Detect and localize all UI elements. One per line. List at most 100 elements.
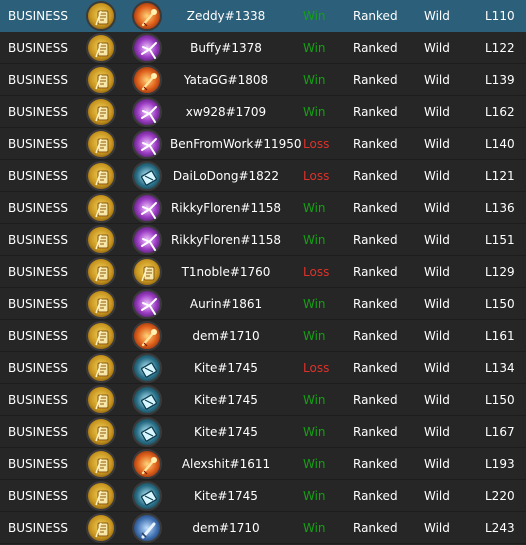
deck-name: BUSINESS [8, 329, 68, 343]
result-text: Loss [303, 169, 330, 183]
demon-hunter-icon [132, 97, 162, 127]
rank-level: L167 [485, 425, 515, 439]
paladin-icon [86, 1, 116, 31]
opponent-class-icon [132, 353, 162, 383]
rank-level: L139 [485, 73, 515, 87]
deck-name: BUSINESS [8, 265, 68, 279]
deck-name: BUSINESS [8, 233, 68, 247]
game-format: Wild [424, 9, 450, 23]
opponent-name: T1noble#1760 [181, 265, 271, 279]
match-row[interactable]: BUSINESS RikkyFloren#1158 Win Ranked Wil… [0, 224, 526, 256]
paladin-icon [86, 161, 116, 191]
opponent-name: Alexshit#1611 [181, 457, 271, 471]
warrior-icon [132, 513, 162, 543]
game-mode: Ranked [353, 425, 398, 439]
result-text: Win [303, 297, 326, 311]
opponent-name: Aurin#1861 [189, 297, 263, 311]
paladin-icon [86, 513, 116, 543]
match-row[interactable]: BUSINESS Alexshit#1611 Win Ranked Wild L… [0, 448, 526, 480]
opponent-class-icon [132, 33, 162, 63]
rank-level: L136 [485, 201, 515, 215]
deck-name: BUSINESS [8, 521, 68, 535]
opponent-class-icon [132, 449, 162, 479]
result-text: Win [303, 489, 326, 503]
match-row[interactable]: BUSINESS dem#1710 Win Ranked Wild L243 [0, 512, 526, 544]
match-row[interactable]: BUSINESS RikkyFloren#1158 Win Ranked Wil… [0, 192, 526, 224]
match-row[interactable]: BUSINESS T1noble#1760 Loss Ranked Wild L… [0, 256, 526, 288]
result-text: Loss [303, 137, 330, 151]
opponent-name: BenFromWork#11950 [170, 137, 302, 151]
paladin-icon [86, 289, 116, 319]
hero-class-icon [86, 353, 116, 383]
result-text: Win [303, 393, 326, 407]
hero-class-icon [86, 449, 116, 479]
opponent-class-icon [132, 161, 162, 191]
match-row[interactable]: BUSINESS Zeddy#1338 Win Ranked Wild L110 [0, 0, 526, 32]
paladin-icon [86, 129, 116, 159]
match-row[interactable]: BUSINESS xw928#1709 Win Ranked Wild L162 [0, 96, 526, 128]
game-mode: Ranked [353, 201, 398, 215]
paladin-icon [86, 97, 116, 127]
paladin-icon [86, 193, 116, 223]
opponent-name: DaiLoDong#1822 [172, 169, 280, 183]
mage-icon [132, 65, 162, 95]
rank-level: L193 [485, 457, 515, 471]
paladin-icon [86, 257, 116, 287]
demon-hunter-icon [132, 289, 162, 319]
paladin-icon [86, 225, 116, 255]
match-row[interactable]: BUSINESS dem#1710 Win Ranked Wild L161 [0, 320, 526, 352]
demon-hunter-icon [132, 225, 162, 255]
opponent-name: RikkyFloren#1158 [170, 201, 282, 215]
paladin-icon [132, 257, 162, 287]
opponent-class-icon [132, 289, 162, 319]
deck-name: BUSINESS [8, 425, 68, 439]
shaman-icon [132, 353, 162, 383]
game-format: Wild [424, 489, 450, 503]
opponent-name: YataGG#1808 [183, 73, 269, 87]
rank-level: L162 [485, 105, 515, 119]
game-mode: Ranked [353, 521, 398, 535]
rank-level: L122 [485, 41, 515, 55]
hero-class-icon [86, 65, 116, 95]
hero-class-icon [86, 289, 116, 319]
paladin-icon [86, 481, 116, 511]
match-row[interactable]: BUSINESS BenFromWork#11950 Loss Ranked W… [0, 128, 526, 160]
match-row[interactable]: BUSINESS YataGG#1808 Win Ranked Wild L13… [0, 64, 526, 96]
game-format: Wild [424, 361, 450, 375]
game-format: Wild [424, 457, 450, 471]
deck-name: BUSINESS [8, 361, 68, 375]
opponent-class-icon [132, 97, 162, 127]
match-row[interactable]: BUSINESS Kite#1745 Loss Ranked Wild L134 [0, 352, 526, 384]
hero-class-icon [86, 129, 116, 159]
shaman-icon [132, 385, 162, 415]
result-text: Win [303, 41, 326, 55]
opponent-name: Kite#1745 [194, 393, 258, 407]
game-format: Wild [424, 201, 450, 215]
hero-class-icon [86, 321, 116, 351]
opponent-name: dem#1710 [192, 329, 260, 343]
game-format: Wild [424, 425, 450, 439]
deck-name: BUSINESS [8, 41, 68, 55]
game-format: Wild [424, 169, 450, 183]
game-mode: Ranked [353, 393, 398, 407]
result-text: Loss [303, 265, 330, 279]
match-row[interactable]: BUSINESS Kite#1745 Win Ranked Wild L167 [0, 416, 526, 448]
match-row[interactable]: BUSINESS DaiLoDong#1822 Loss Ranked Wild… [0, 160, 526, 192]
opponent-class-icon [132, 257, 162, 287]
opponent-class-icon [132, 225, 162, 255]
result-text: Win [303, 105, 326, 119]
paladin-icon [86, 33, 116, 63]
paladin-icon [86, 65, 116, 95]
game-format: Wild [424, 297, 450, 311]
opponent-class-icon [132, 321, 162, 351]
game-mode: Ranked [353, 169, 398, 183]
match-row[interactable]: BUSINESS Kite#1745 Win Ranked Wild L220 [0, 480, 526, 512]
match-row[interactable]: BUSINESS Buffy#1378 Win Ranked Wild L122 [0, 32, 526, 64]
opponent-name: Kite#1745 [194, 425, 258, 439]
match-row[interactable]: BUSINESS Kite#1745 Win Ranked Wild L150 [0, 384, 526, 416]
game-format: Wild [424, 393, 450, 407]
match-row[interactable]: BUSINESS Aurin#1861 Win Ranked Wild L150 [0, 288, 526, 320]
opponent-name: Buffy#1378 [190, 41, 262, 55]
game-format: Wild [424, 73, 450, 87]
game-format: Wild [424, 265, 450, 279]
